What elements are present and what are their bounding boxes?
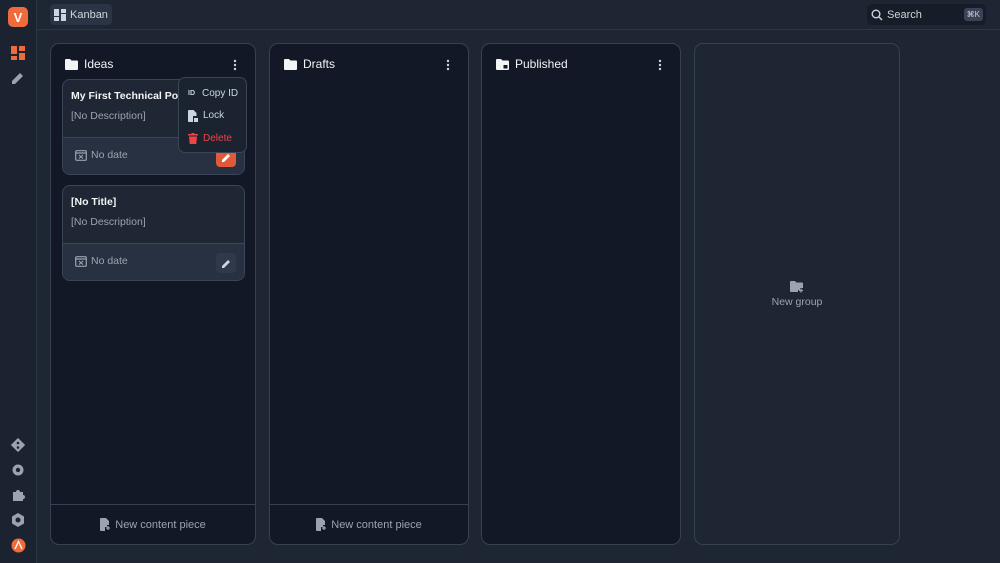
kebab-icon: [233, 59, 237, 71]
view-label: Kanban: [70, 8, 108, 21]
pencil-icon: [221, 259, 230, 268]
calendar-x-icon: [75, 256, 87, 267]
content-card[interactable]: [No Title] [No Description] No date: [62, 185, 245, 281]
card-description: [No Description]: [71, 110, 146, 122]
column-title: Ideas: [84, 57, 114, 71]
new-content-label: New content piece: [115, 518, 206, 531]
file-plus-icon: [316, 518, 327, 531]
column-menu-button[interactable]: [652, 57, 668, 73]
menu-item-label: Lock: [203, 110, 225, 122]
pencil-icon: [221, 153, 230, 162]
calendar-x-icon: [75, 150, 87, 161]
view-selector[interactable]: Kanban: [50, 4, 112, 25]
card-date-label: No date: [91, 149, 128, 161]
puzzle-icon[interactable]: [10, 487, 26, 503]
column-menu-button[interactable]: [440, 57, 456, 73]
kebab-icon: [658, 59, 662, 71]
logo-letter: V: [13, 9, 23, 25]
new-content-label: New content piece: [331, 518, 422, 531]
new-content-piece-button[interactable]: New content piece: [270, 504, 468, 544]
menu-item-lock[interactable]: Lock: [179, 105, 246, 128]
new-content-piece-button[interactable]: New content piece: [51, 504, 255, 544]
search-shortcut: ⌘K: [963, 8, 983, 21]
file-lock-icon: [188, 109, 198, 122]
id-icon: ID: [188, 89, 195, 97]
column-header: Published: [482, 44, 680, 84]
column-title: Published: [515, 57, 568, 71]
folder-icon: [65, 58, 78, 70]
folder-icon: [284, 58, 297, 70]
card-date[interactable]: No date: [75, 149, 128, 161]
app-logo[interactable]: V: [8, 7, 28, 27]
user-avatar[interactable]: [10, 537, 26, 553]
column-menu-button[interactable]: [227, 57, 243, 73]
column-title: Drafts: [303, 57, 336, 71]
column-published: Published: [481, 43, 681, 545]
card-title: [No Title]: [71, 196, 117, 208]
gear-icon[interactable]: [10, 462, 26, 478]
menu-item-label: Copy ID: [202, 87, 239, 99]
dashboard-icon[interactable]: [10, 45, 26, 61]
menu-item-delete[interactable]: Delete: [179, 127, 246, 150]
pencil-icon[interactable]: [10, 70, 26, 86]
card-date[interactable]: No date: [75, 255, 128, 267]
kanban-icon: [54, 8, 66, 21]
card-date-label: No date: [91, 255, 128, 267]
trash-icon: [188, 132, 198, 144]
search-bar[interactable]: Search ⌘K: [867, 4, 986, 25]
new-group-label: New group: [771, 295, 823, 308]
card-description: [No Description]: [71, 216, 146, 228]
new-group-button[interactable]: New group: [694, 43, 900, 545]
file-plus-icon: [100, 518, 111, 531]
sidebar: V: [0, 0, 37, 563]
card-footer: No date: [63, 243, 244, 280]
column-drafts: Drafts New content piece: [269, 43, 469, 545]
menu-item-label: Delete: [203, 132, 232, 144]
folder-lock-icon: [496, 58, 509, 70]
card-context-menu: ID Copy ID Lock Delete: [178, 77, 247, 153]
top-bar: Kanban Search ⌘K: [37, 0, 1000, 30]
hexagon-icon[interactable]: [10, 512, 26, 528]
menu-item-copy-id[interactable]: ID Copy ID: [179, 82, 246, 105]
git-icon[interactable]: [10, 437, 26, 453]
edit-button[interactable]: [216, 253, 236, 273]
folder-plus-icon: [790, 280, 803, 292]
kebab-icon: [446, 59, 450, 71]
card-title: My First Technical Post: [71, 90, 188, 102]
column-header: Drafts: [270, 44, 468, 84]
search-placeholder: Search: [887, 8, 922, 21]
search-icon: [871, 9, 883, 20]
